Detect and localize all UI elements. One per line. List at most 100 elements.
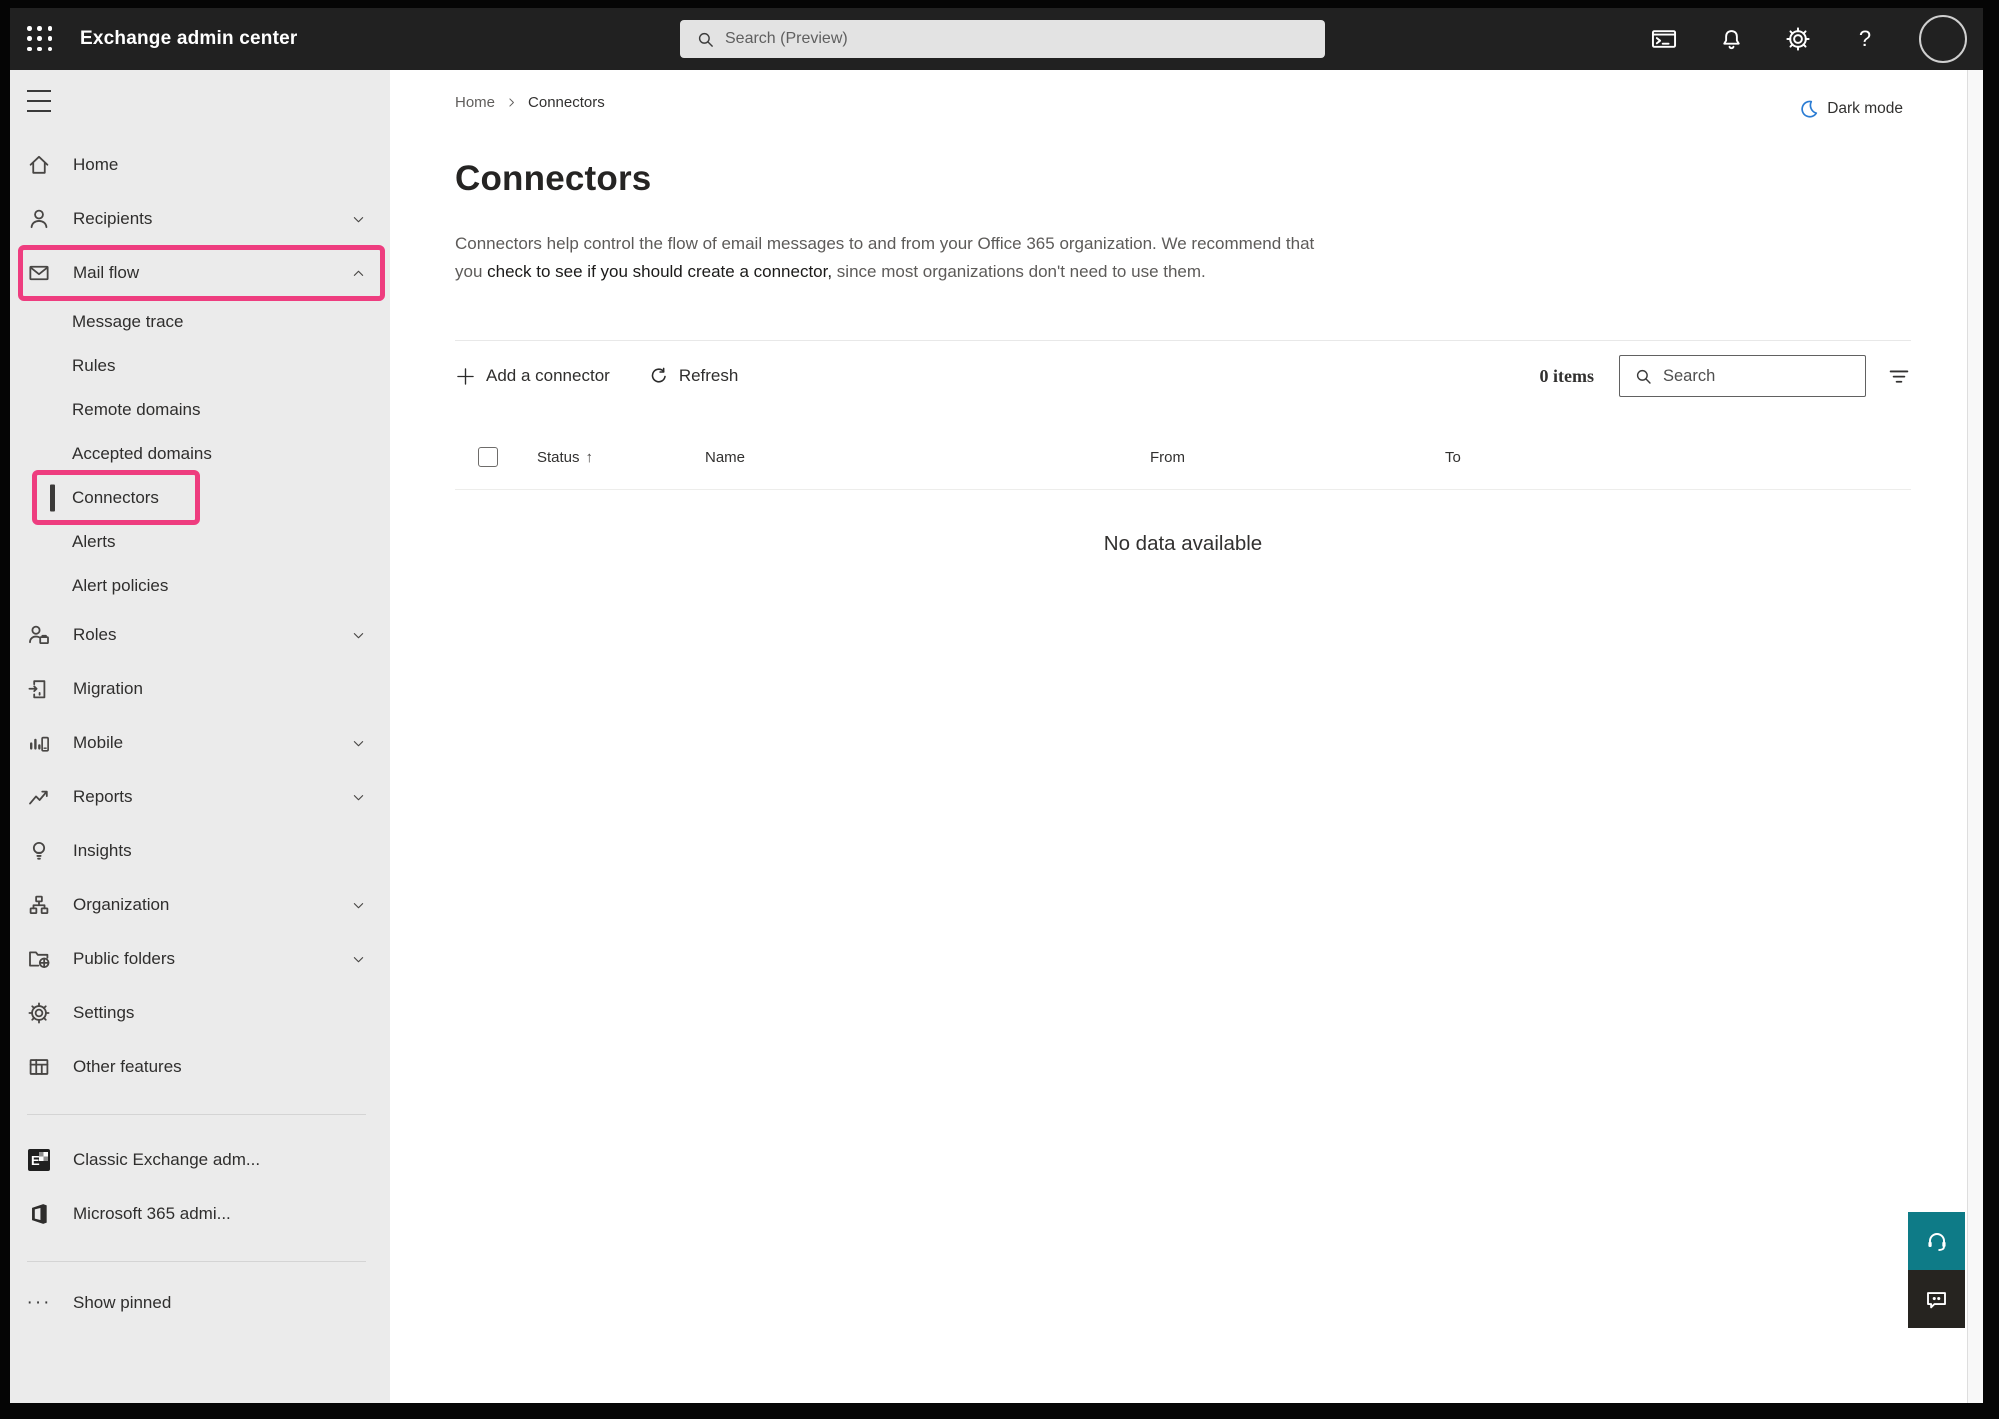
sidebar-item-label: Mail flow xyxy=(73,263,139,283)
sort-ascending-icon: ↑ xyxy=(586,449,594,466)
refresh-icon xyxy=(648,366,669,387)
sidebar-nav: Home Recipients Mail flow Message trace … xyxy=(10,70,390,1403)
breadcrumb: Home Connectors xyxy=(455,94,1911,111)
topbar: Exchange admin center ? xyxy=(10,8,1983,70)
gear-icon xyxy=(27,1001,51,1025)
sidebar-item-label: Recipients xyxy=(73,209,152,229)
org-chart-icon xyxy=(27,893,51,917)
page-description: Connectors help control the flow of emai… xyxy=(455,230,1315,286)
folder-globe-icon xyxy=(27,947,51,971)
chevron-down-icon xyxy=(351,790,366,805)
add-connector-button[interactable]: Add a connector xyxy=(455,366,610,387)
sidebar-item-insights[interactable]: Insights xyxy=(10,824,390,878)
chevron-right-icon xyxy=(505,96,518,109)
scrollbar-track[interactable] xyxy=(1967,70,1983,1403)
dark-mode-label: Dark mode xyxy=(1827,100,1903,118)
search-icon xyxy=(696,30,715,49)
sidebar-item-label: Home xyxy=(73,155,118,175)
refresh-button[interactable]: Refresh xyxy=(648,366,739,387)
migration-icon xyxy=(27,677,51,701)
column-header-to[interactable]: To xyxy=(1445,449,1911,466)
select-all-checkbox[interactable] xyxy=(478,447,498,467)
list-search-box[interactable] xyxy=(1619,355,1866,397)
sidebar-item-microsoft-365[interactable]: Microsoft 365 admi... xyxy=(10,1187,390,1241)
column-header-from[interactable]: From xyxy=(1150,449,1445,466)
chevron-down-icon xyxy=(351,898,366,913)
sidebar-item-settings[interactable]: Settings xyxy=(10,986,390,1040)
sidebar-item-public-folders[interactable]: Public folders xyxy=(10,932,390,986)
sidebar-item-other-features[interactable]: Other features xyxy=(10,1040,390,1094)
breadcrumb-current: Connectors xyxy=(528,94,605,111)
person-icon xyxy=(27,207,51,231)
ellipsis-icon: ··· xyxy=(27,1291,51,1315)
topbar-icons: ? xyxy=(1651,8,1967,70)
floating-action-buttons xyxy=(1908,1212,1965,1328)
chevron-down-icon xyxy=(351,952,366,967)
chevron-down-icon xyxy=(351,628,366,643)
home-icon xyxy=(27,153,51,177)
app-title: Exchange admin center xyxy=(80,28,298,50)
moon-icon xyxy=(1797,98,1818,119)
sidebar-item-roles[interactable]: Roles xyxy=(10,608,390,662)
sidebar-item-show-pinned[interactable]: ··· Show pinned xyxy=(10,1280,390,1326)
plus-icon xyxy=(455,366,476,387)
notifications-bell-icon[interactable] xyxy=(1718,26,1744,52)
empty-table-message: No data available xyxy=(455,532,1911,556)
table-header: Status ↑ Name From To xyxy=(455,425,1911,489)
roles-icon xyxy=(27,623,51,647)
sidebar-item-alert-policies[interactable]: Alert policies xyxy=(10,564,390,608)
column-header-name[interactable]: Name xyxy=(705,449,1150,466)
chevron-down-icon xyxy=(351,736,366,751)
feedback-button[interactable] xyxy=(1908,1270,1965,1328)
reports-icon xyxy=(27,785,51,809)
sidebar-item-rules[interactable]: Rules xyxy=(10,344,390,388)
feedback-bubble-icon xyxy=(1924,1287,1949,1312)
sidebar-item-alerts[interactable]: Alerts xyxy=(10,520,390,564)
sidebar-item-connectors[interactable]: Connectors xyxy=(10,476,390,520)
headset-icon xyxy=(1924,1228,1950,1254)
toolbar: Add a connector Refresh 0 items xyxy=(455,340,1911,411)
mail-icon xyxy=(27,261,51,285)
create-connector-check-link[interactable]: check to see if you should create a conn… xyxy=(487,262,832,281)
account-avatar[interactable] xyxy=(1919,15,1967,63)
search-icon xyxy=(1634,367,1653,386)
cloud-shell-icon[interactable] xyxy=(1651,26,1677,52)
filter-icon[interactable] xyxy=(1887,364,1911,388)
sidebar-item-classic-exchange[interactable]: E Classic Exchange adm... xyxy=(10,1133,390,1187)
sidebar-item-recipients[interactable]: Recipients xyxy=(10,192,390,246)
sidebar-item-remote-domains[interactable]: Remote domains xyxy=(10,388,390,432)
sidebar-item-mobile[interactable]: Mobile xyxy=(10,716,390,770)
microsoft-365-icon xyxy=(27,1202,51,1226)
column-header-status[interactable]: Status ↑ xyxy=(537,449,705,466)
table-grid-icon xyxy=(27,1055,51,1079)
sidebar-item-organization[interactable]: Organization xyxy=(10,878,390,932)
global-search-input[interactable] xyxy=(725,30,1265,48)
sidebar-item-mail-flow[interactable]: Mail flow xyxy=(10,246,390,300)
sidebar-item-accepted-domains[interactable]: Accepted domains xyxy=(10,432,390,476)
items-count: 0 items xyxy=(1540,366,1594,387)
chevron-up-icon xyxy=(351,266,366,281)
global-search-box[interactable] xyxy=(680,20,1325,58)
sidebar-item-migration[interactable]: Migration xyxy=(10,662,390,716)
app-launcher-waffle-icon[interactable] xyxy=(25,24,55,54)
sidebar-item-message-trace[interactable]: Message trace xyxy=(10,300,390,344)
app-window: Exchange admin center ? Home xyxy=(0,0,1999,1419)
breadcrumb-home-link[interactable]: Home xyxy=(455,94,495,111)
page-title: Connectors xyxy=(455,159,1911,199)
list-search-input[interactable] xyxy=(1663,367,1838,386)
table-header-divider xyxy=(455,489,1911,490)
lightbulb-icon xyxy=(27,839,51,863)
help-support-button[interactable] xyxy=(1908,1212,1965,1270)
chevron-down-icon xyxy=(351,212,366,227)
dark-mode-toggle[interactable]: Dark mode xyxy=(1797,98,1903,119)
hamburger-menu-icon[interactable] xyxy=(27,90,51,112)
sidebar-item-home[interactable]: Home xyxy=(10,138,390,192)
settings-gear-icon[interactable] xyxy=(1785,26,1811,52)
sidebar-item-reports[interactable]: Reports xyxy=(10,770,390,824)
help-question-icon[interactable]: ? xyxy=(1852,26,1878,52)
main-content: Home Connectors Dark mode Connectors Con… xyxy=(390,70,1967,1403)
selected-indicator xyxy=(50,485,55,512)
classic-exchange-icon: E xyxy=(27,1148,51,1172)
sidebar-divider xyxy=(27,1114,366,1115)
mobile-icon xyxy=(27,731,51,755)
